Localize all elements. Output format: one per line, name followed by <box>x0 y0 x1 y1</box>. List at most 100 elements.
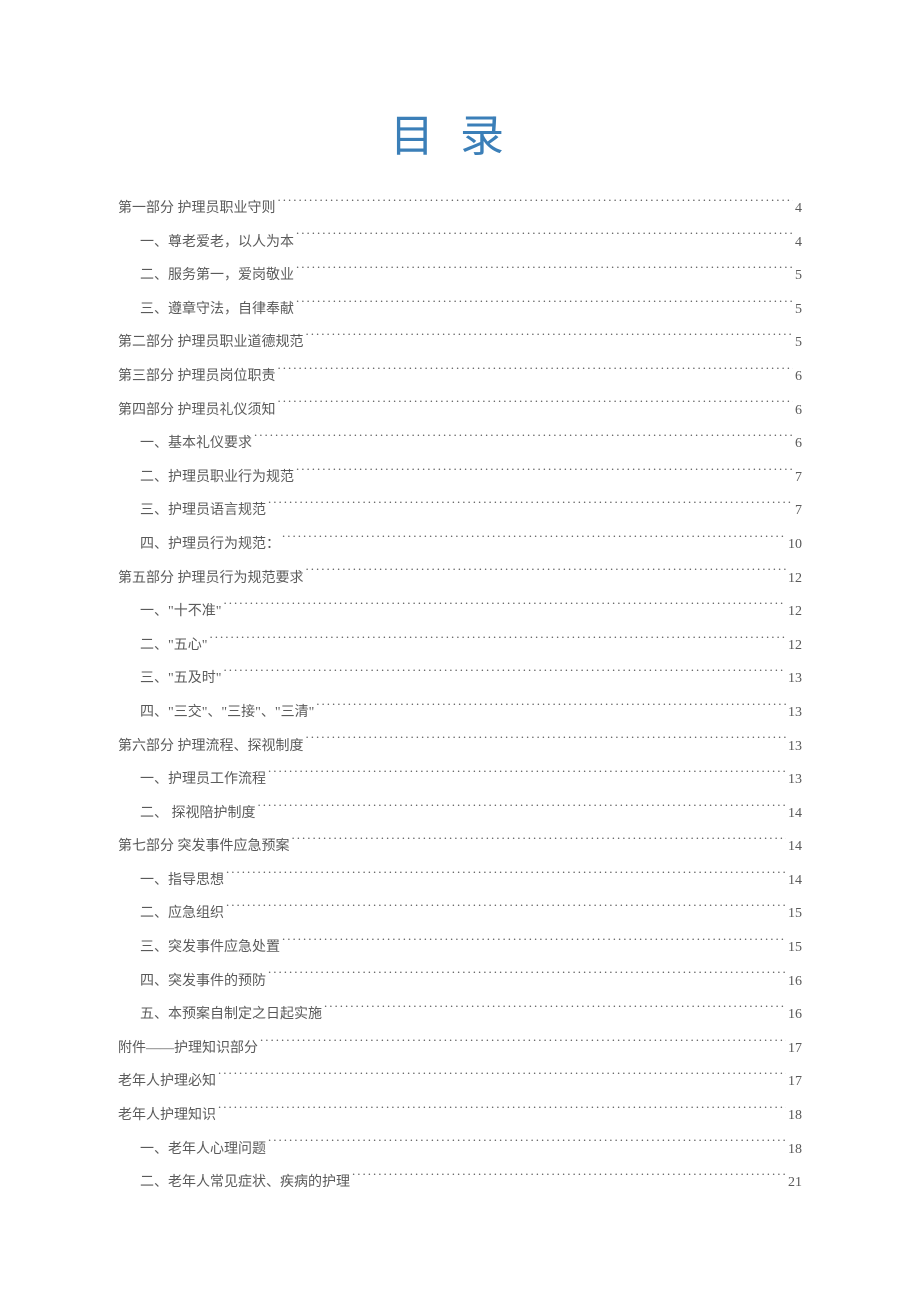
toc-entry-label: 五、本预案自制定之日起实施 <box>140 998 322 1032</box>
toc-entry[interactable]: 四、护理员行为规范： 10 <box>118 528 802 562</box>
toc-entry-label: 四、护理员行为规范： <box>140 528 280 562</box>
toc-list: 第一部分 护理员职业守则4一、尊老爱老，以人为本4二、服务第一，爱岗敬业5三、遵… <box>118 192 802 1200</box>
toc-entry[interactable]: 四、突发事件的预防16 <box>118 965 802 999</box>
toc-entry-label: 三、遵章守法，自律奉献 <box>140 293 294 327</box>
toc-entry[interactable]: 第六部分 护理流程、探视制度 13 <box>118 730 802 764</box>
toc-entry-label: 二、服务第一，爱岗敬业 <box>140 259 294 293</box>
toc-entry[interactable]: 三、突发事件应急处置15 <box>118 931 802 965</box>
toc-entry-label: 一、护理员工作流程 <box>140 763 266 797</box>
toc-dots <box>296 299 793 313</box>
toc-entry[interactable]: 一、护理员工作流程13 <box>118 763 802 797</box>
toc-entry-page: 13 <box>788 662 802 696</box>
toc-entry-page: 15 <box>788 897 802 931</box>
toc-entry[interactable]: 一、老年人心理问题 18 <box>118 1133 802 1167</box>
toc-entry-label: 第四部分 护理员礼仪须知 <box>118 394 276 428</box>
toc-entry[interactable]: 附件——护理知识部分 17 <box>118 1032 802 1066</box>
toc-dots <box>268 500 793 514</box>
toc-entry[interactable]: 二、老年人常见症状、疾病的护理21 <box>118 1166 802 1200</box>
toc-dots <box>226 903 786 917</box>
toc-entry-page: 5 <box>795 259 802 293</box>
toc-entry-page: 14 <box>788 864 802 898</box>
toc-dots <box>316 702 786 716</box>
toc-entry[interactable]: 二、应急组织 15 <box>118 897 802 931</box>
toc-entry-page: 7 <box>795 494 802 528</box>
toc-entry-label: 四、突发事件的预防 <box>140 965 266 999</box>
toc-entry[interactable]: 三、护理员语言规范 7 <box>118 494 802 528</box>
toc-entry-label: 二、"五心" <box>140 629 207 663</box>
toc-entry-page: 13 <box>788 696 802 730</box>
toc-dots <box>324 1004 786 1018</box>
toc-entry[interactable]: 一、指导思想 14 <box>118 864 802 898</box>
toc-entry-label: 第五部分 护理员行为规范要求 <box>118 562 304 596</box>
toc-entry[interactable]: 老年人护理必知 17 <box>118 1065 802 1099</box>
toc-entry[interactable]: 一、"十不准" 12 <box>118 595 802 629</box>
toc-entry-label: 一、老年人心理问题 <box>140 1133 266 1167</box>
toc-entry-page: 16 <box>788 998 802 1032</box>
toc-dots <box>296 232 793 246</box>
toc-entry-page: 17 <box>788 1065 802 1099</box>
toc-dots <box>306 332 794 346</box>
toc-dots <box>223 668 786 682</box>
toc-entry[interactable]: 第二部分 护理员职业道德规范5 <box>118 326 802 360</box>
toc-entry-label: 一、指导思想 <box>140 864 224 898</box>
toc-dots <box>268 769 786 783</box>
toc-dots <box>226 870 786 884</box>
toc-dots <box>296 467 793 481</box>
toc-entry-page: 4 <box>795 192 802 226</box>
toc-entry-page: 17 <box>788 1032 802 1066</box>
toc-entry-label: 二、护理员职业行为规范 <box>140 461 294 495</box>
toc-entry-page: 12 <box>788 562 802 596</box>
toc-entry-page: 12 <box>788 629 802 663</box>
toc-entry[interactable]: 第四部分 护理员礼仪须知6 <box>118 394 802 428</box>
toc-entry[interactable]: 三、"五及时"13 <box>118 662 802 696</box>
toc-dots <box>268 1139 786 1153</box>
toc-entry[interactable]: 二、服务第一，爱岗敬业 5 <box>118 259 802 293</box>
toc-dots <box>296 265 793 279</box>
toc-entry-page: 5 <box>795 326 802 360</box>
toc-entry[interactable]: 第七部分 突发事件应急预案 14 <box>118 830 802 864</box>
toc-entry-label: 二、应急组织 <box>140 897 224 931</box>
toc-entry-page: 14 <box>788 797 802 831</box>
toc-entry[interactable]: 老年人护理知识18 <box>118 1099 802 1133</box>
toc-entry[interactable]: 第五部分 护理员行为规范要求 12 <box>118 562 802 596</box>
toc-entry[interactable]: 四、"三交"、"三接"、"三清"13 <box>118 696 802 730</box>
toc-entry-page: 12 <box>788 595 802 629</box>
toc-entry[interactable]: 二、护理员职业行为规范7 <box>118 461 802 495</box>
toc-entry-page: 14 <box>788 830 802 864</box>
toc-dots <box>218 1105 786 1119</box>
toc-entry-label: 一、"十不准" <box>140 595 221 629</box>
toc-entry-page: 6 <box>795 427 802 461</box>
toc-dots <box>282 937 786 951</box>
toc-entry[interactable]: 一、尊老爱老，以人为本 4 <box>118 226 802 260</box>
toc-entry-label: 二、 探视陪护制度 <box>140 797 256 831</box>
toc-entry[interactable]: 二、"五心" 12 <box>118 629 802 663</box>
toc-entry-page: 13 <box>788 730 802 764</box>
toc-dots <box>278 198 794 212</box>
toc-dots <box>278 366 794 380</box>
toc-dots <box>268 971 786 985</box>
toc-entry-label: 老年人护理必知 <box>118 1065 216 1099</box>
toc-entry-label: 附件——护理知识部分 <box>118 1032 258 1066</box>
toc-entry-label: 老年人护理知识 <box>118 1099 216 1133</box>
toc-entry-page: 18 <box>788 1133 802 1167</box>
toc-entry[interactable]: 第一部分 护理员职业守则 4 <box>118 192 802 226</box>
toc-entry-label: 一、尊老爱老，以人为本 <box>140 226 294 260</box>
toc-entry-label: 第七部分 突发事件应急预案 <box>118 830 290 864</box>
toc-entry[interactable]: 二、 探视陪护制度 14 <box>118 797 802 831</box>
toc-entry-label: 第三部分 护理员岗位职责 <box>118 360 276 394</box>
toc-dots <box>278 400 794 414</box>
toc-dots <box>306 736 787 750</box>
toc-entry-label: 第一部分 护理员职业守则 <box>118 192 276 226</box>
toc-dots <box>218 1071 786 1085</box>
toc-entry[interactable]: 第三部分 护理员岗位职责6 <box>118 360 802 394</box>
toc-entry-page: 10 <box>788 528 802 562</box>
toc-entry-label: 三、护理员语言规范 <box>140 494 266 528</box>
toc-entry[interactable]: 一、基本礼仪要求6 <box>118 427 802 461</box>
toc-entry-page: 4 <box>795 226 802 260</box>
toc-dots <box>258 803 787 817</box>
toc-dots <box>292 836 787 850</box>
toc-dots <box>352 1172 786 1186</box>
toc-entry[interactable]: 三、遵章守法，自律奉献5 <box>118 293 802 327</box>
toc-entry[interactable]: 五、本预案自制定之日起实施 16 <box>118 998 802 1032</box>
toc-entry-label: 第六部分 护理流程、探视制度 <box>118 730 304 764</box>
